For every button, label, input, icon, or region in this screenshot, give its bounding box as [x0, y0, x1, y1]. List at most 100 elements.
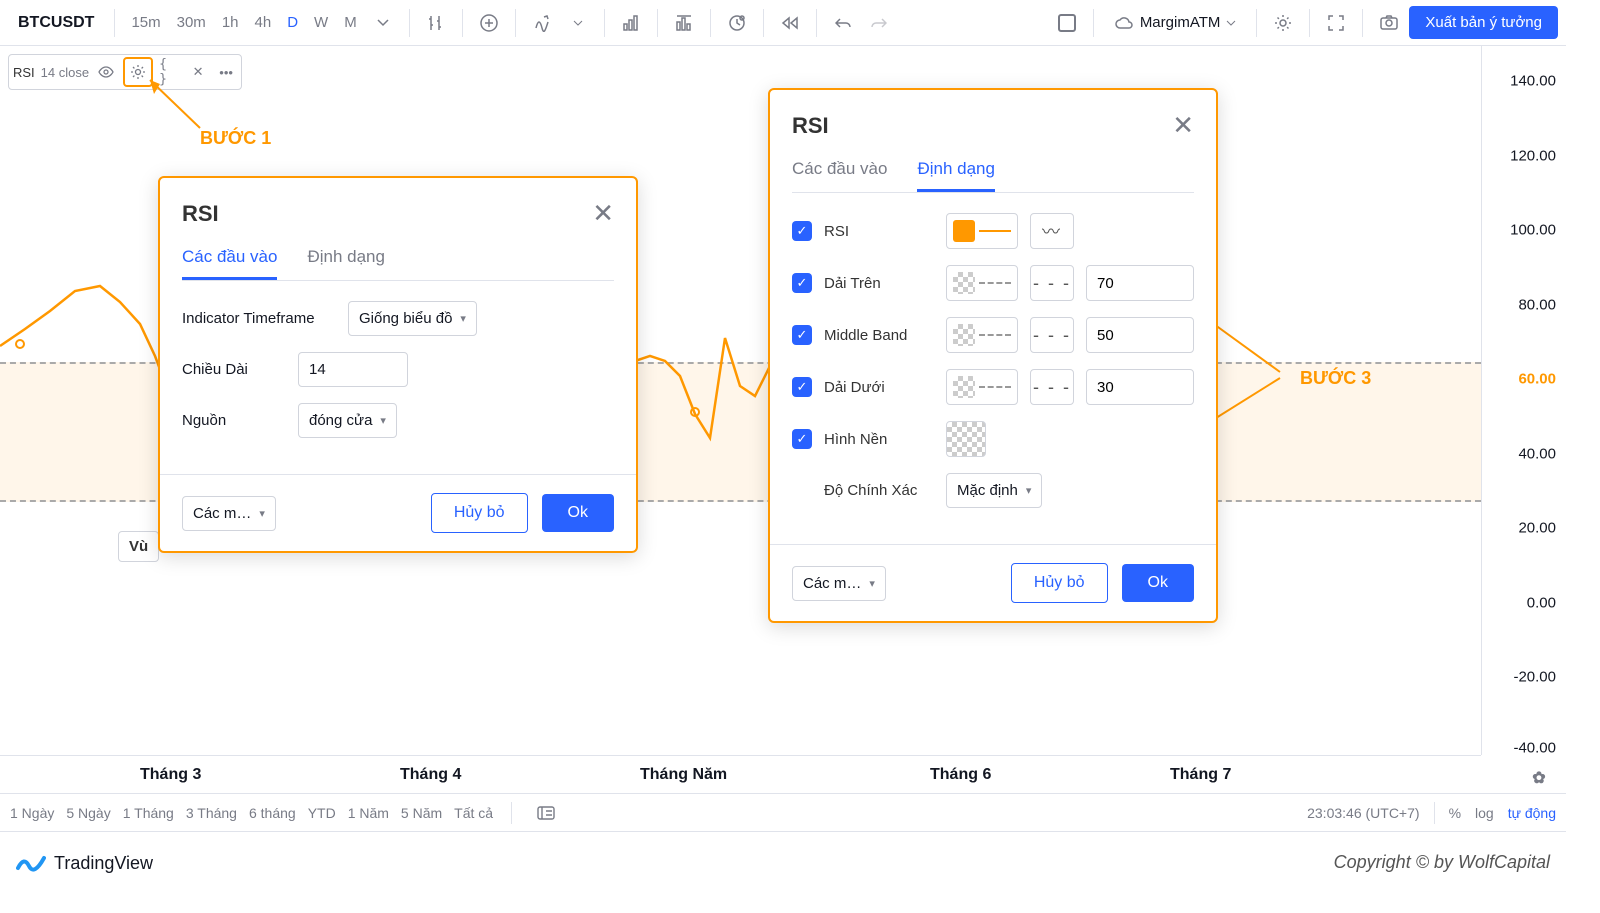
checkbox-rsi[interactable]: ✓ — [792, 221, 812, 241]
source-select[interactable]: đóng cửa ▾ — [298, 403, 397, 438]
undo-icon[interactable] — [827, 7, 859, 39]
redo-icon[interactable] — [863, 7, 895, 39]
fullscreen-icon[interactable] — [1320, 7, 1352, 39]
tf-m[interactable]: M — [338, 10, 363, 35]
length-input[interactable] — [298, 352, 408, 387]
y-tick: 120.00 — [1510, 147, 1556, 164]
range-bar: 1 Ngày 5 Ngày 1 Tháng 3 Tháng 6 tháng YT… — [0, 793, 1566, 831]
chevron-down-icon[interactable] — [562, 7, 594, 39]
add-icon[interactable] — [473, 7, 505, 39]
precision-label: Độ Chính Xác — [824, 482, 934, 499]
chevron-down-icon: ▾ — [380, 414, 386, 427]
x-label: Tháng 7 — [1170, 766, 1231, 784]
tab-style[interactable]: Định dạng — [307, 247, 385, 280]
bg-color-swatch[interactable] — [946, 421, 986, 457]
upper-color-swatch[interactable] — [946, 265, 1018, 301]
tf-d[interactable]: D — [281, 10, 304, 35]
auto-toggle[interactable]: tự động — [1508, 805, 1556, 821]
y-tick: 80.00 — [1518, 296, 1556, 313]
defaults-label: Các m… — [803, 575, 861, 592]
source-value: đóng cửa — [309, 412, 372, 429]
checkbox-upper[interactable]: ✓ — [792, 273, 812, 293]
defaults-label: Các m… — [193, 505, 251, 522]
callout-step1: BƯỚC 1 — [200, 128, 271, 149]
snapshot-icon[interactable] — [1373, 7, 1405, 39]
zone-chip: Vù — [118, 531, 159, 562]
dialog-title: RSI — [792, 113, 829, 139]
ok-button[interactable]: Ok — [542, 494, 614, 532]
close-icon[interactable]: ✕ — [592, 198, 614, 229]
lower-value-input[interactable] — [1086, 369, 1194, 405]
tf-1h[interactable]: 1h — [216, 10, 245, 35]
range-6m[interactable]: 6 tháng — [249, 805, 296, 821]
symbol-label[interactable]: BTCUSDT — [8, 14, 104, 32]
defaults-select[interactable]: Các m… ▾ — [182, 496, 276, 531]
checkbox-background[interactable]: ✓ — [792, 429, 812, 449]
goto-date-icon[interactable] — [530, 797, 562, 829]
upper-linestyle[interactable]: - - - — [1030, 265, 1074, 301]
cancel-button[interactable]: Hủy bỏ — [431, 493, 528, 533]
defaults-select[interactable]: Các m… ▾ — [792, 566, 886, 601]
cloud-icon — [1114, 16, 1134, 30]
range-ytd[interactable]: YTD — [308, 805, 336, 821]
middle-color-swatch[interactable] — [946, 317, 1018, 353]
indicators-icon[interactable] — [526, 7, 558, 39]
layout-icon[interactable] — [1051, 7, 1083, 39]
indicator-timeframe-select[interactable]: Giống biểu đồ ▾ — [348, 301, 477, 336]
cancel-button[interactable]: Hủy bỏ — [1011, 563, 1108, 603]
tab-inputs[interactable]: Các đầu vào — [182, 247, 277, 280]
tf-w[interactable]: W — [308, 10, 334, 35]
x-label: Tháng 6 — [930, 766, 991, 784]
upper-value-input[interactable] — [1086, 265, 1194, 301]
settings-icon[interactable] — [1267, 7, 1299, 39]
range-1d[interactable]: 1 Ngày — [10, 805, 54, 821]
rsi-inputs-dialog: RSI ✕ Các đầu vào Định dạng Indicator Ti… — [158, 176, 638, 553]
middle-value-input[interactable] — [1086, 317, 1194, 353]
tab-style[interactable]: Định dạng — [917, 159, 995, 192]
chevron-down-icon: ▾ — [259, 507, 265, 520]
publish-button[interactable]: Xuất bản ý tưởng — [1409, 6, 1558, 39]
rsi-color-swatch[interactable] — [946, 213, 1018, 249]
range-all[interactable]: Tất cả — [454, 805, 493, 821]
rsi-linestyle[interactable]: 〰 — [1030, 213, 1074, 249]
clock-time: 23:03:46 (UTC+7) — [1307, 805, 1419, 821]
lower-linestyle[interactable]: - - - — [1030, 369, 1074, 405]
close-icon[interactable]: ✕ — [1172, 110, 1194, 141]
rsi-style-dialog: RSI ✕ Các đầu vào Định dạng ✓ RSI 〰 ✓ Dả… — [768, 88, 1218, 623]
tf-30m[interactable]: 30m — [171, 10, 212, 35]
x-label: Tháng 4 — [400, 766, 461, 784]
precision-select[interactable]: Mặc định ▾ — [946, 473, 1042, 508]
log-toggle[interactable]: log — [1475, 805, 1494, 821]
range-3m[interactable]: 3 Tháng — [186, 805, 237, 821]
style-lower-label: Dải Dưới — [824, 379, 934, 396]
checkbox-middle[interactable]: ✓ — [792, 325, 812, 345]
replay-icon[interactable] — [774, 7, 806, 39]
tf-4h[interactable]: 4h — [249, 10, 278, 35]
financials-icon[interactable] — [668, 7, 700, 39]
axis-settings-icon[interactable]: ✿ — [1523, 762, 1555, 794]
compare-icon[interactable] — [615, 7, 647, 39]
x-label: Tháng 3 — [140, 766, 201, 784]
y-axis: 140.00 120.00 100.00 80.00 60.00 40.00 2… — [1481, 46, 1566, 755]
chevron-down-icon: ▾ — [460, 312, 466, 325]
source-label: Nguồn — [182, 412, 282, 429]
ok-button[interactable]: Ok — [1122, 564, 1194, 602]
range-5y[interactable]: 5 Năm — [401, 805, 442, 821]
y-tick: 60.00 — [1518, 371, 1556, 388]
range-1m[interactable]: 1 Tháng — [123, 805, 174, 821]
pct-toggle[interactable]: % — [1449, 805, 1461, 821]
range-5d[interactable]: 5 Ngày — [66, 805, 110, 821]
alert-icon[interactable] — [721, 7, 753, 39]
tradingview-glyph-icon — [16, 852, 46, 874]
profile-dropdown[interactable]: MargimATM — [1104, 10, 1247, 35]
y-tick: 0.00 — [1527, 594, 1556, 611]
bartype-icon[interactable] — [420, 7, 452, 39]
checkbox-lower[interactable]: ✓ — [792, 377, 812, 397]
middle-linestyle[interactable]: - - - — [1030, 317, 1074, 353]
lower-color-swatch[interactable] — [946, 369, 1018, 405]
dialog-title: RSI — [182, 201, 219, 227]
range-1y[interactable]: 1 Năm — [348, 805, 389, 821]
tab-inputs[interactable]: Các đầu vào — [792, 159, 887, 192]
tf-15m[interactable]: 15m — [125, 10, 166, 35]
tf-dropdown-icon[interactable] — [367, 7, 399, 39]
